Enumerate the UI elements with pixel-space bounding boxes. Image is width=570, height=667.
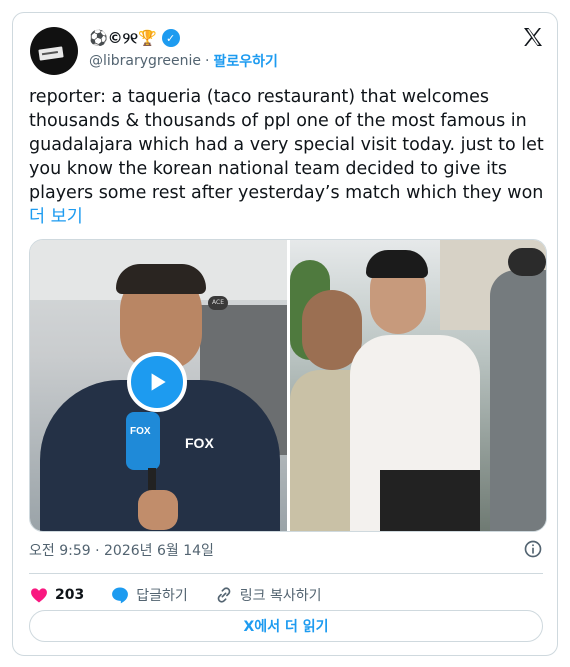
divider xyxy=(29,573,543,574)
player-hair xyxy=(366,250,428,278)
play-button[interactable] xyxy=(127,352,187,412)
x-logo-icon[interactable] xyxy=(521,25,545,49)
player-pants xyxy=(380,470,480,531)
reporter-hand xyxy=(138,490,178,530)
tweet-body: reporter: a taqueria (taco restaurant) t… xyxy=(29,87,550,203)
avatar-sign xyxy=(38,46,64,61)
show-more-link[interactable]: 더 보기 xyxy=(29,207,83,227)
shirt-logo: FOX xyxy=(185,435,214,451)
like-count: 203 xyxy=(55,587,85,603)
author-handle-row: @librarygreenie · 팔로우하기 xyxy=(89,51,278,71)
man-right-cap xyxy=(508,248,546,276)
action-bar: 203 답글하기 링크 복사하기 xyxy=(29,581,348,609)
follow-link[interactable]: 팔로우하기 xyxy=(213,51,277,71)
media-image-reporter[interactable]: ACE FOX FOX xyxy=(30,240,287,531)
heart-icon xyxy=(31,588,47,603)
verified-icon: ✓ xyxy=(161,29,180,47)
separator-dot: · xyxy=(204,53,210,69)
mic-logo: FOX xyxy=(130,426,151,437)
reply-label: 답글하기 xyxy=(136,588,188,604)
copy-link-button[interactable]: 링크 복사하기 xyxy=(214,585,322,605)
media-image-players[interactable] xyxy=(290,240,546,531)
tweet-text: reporter: a taqueria (taco restaurant) t… xyxy=(29,85,549,229)
store-sign: ACE xyxy=(208,296,228,310)
like-button[interactable]: 203 xyxy=(29,585,84,605)
info-icon[interactable] xyxy=(523,539,543,559)
avatar[interactable] xyxy=(30,27,78,75)
play-icon xyxy=(151,373,166,391)
link-icon xyxy=(217,587,231,603)
read-more-on-x-button[interactable]: X에서 더 읽기 xyxy=(29,610,543,642)
author-name-row[interactable]: ⚽©୨୧🏆 ✓ xyxy=(89,27,180,49)
copy-link-label: 링크 복사하기 xyxy=(239,588,322,604)
reporter-hair xyxy=(116,264,206,294)
media-grid[interactable]: ACE FOX FOX xyxy=(29,239,547,532)
author-handle[interactable]: @librarygreenie xyxy=(89,53,201,69)
tweet-timestamp[interactable]: 오전 9:59 · 2026년 6월 14일 xyxy=(29,540,214,560)
tweet-card: ⚽©୨୧🏆 ✓ @librarygreenie · 팔로우하기 reporter… xyxy=(12,12,558,656)
reply-button[interactable]: 답글하기 xyxy=(110,585,188,605)
author-display-name[interactable]: ⚽©୨୧🏆 xyxy=(89,29,157,47)
reply-icon xyxy=(112,587,129,604)
man-right xyxy=(490,270,546,531)
microphone xyxy=(126,412,160,470)
